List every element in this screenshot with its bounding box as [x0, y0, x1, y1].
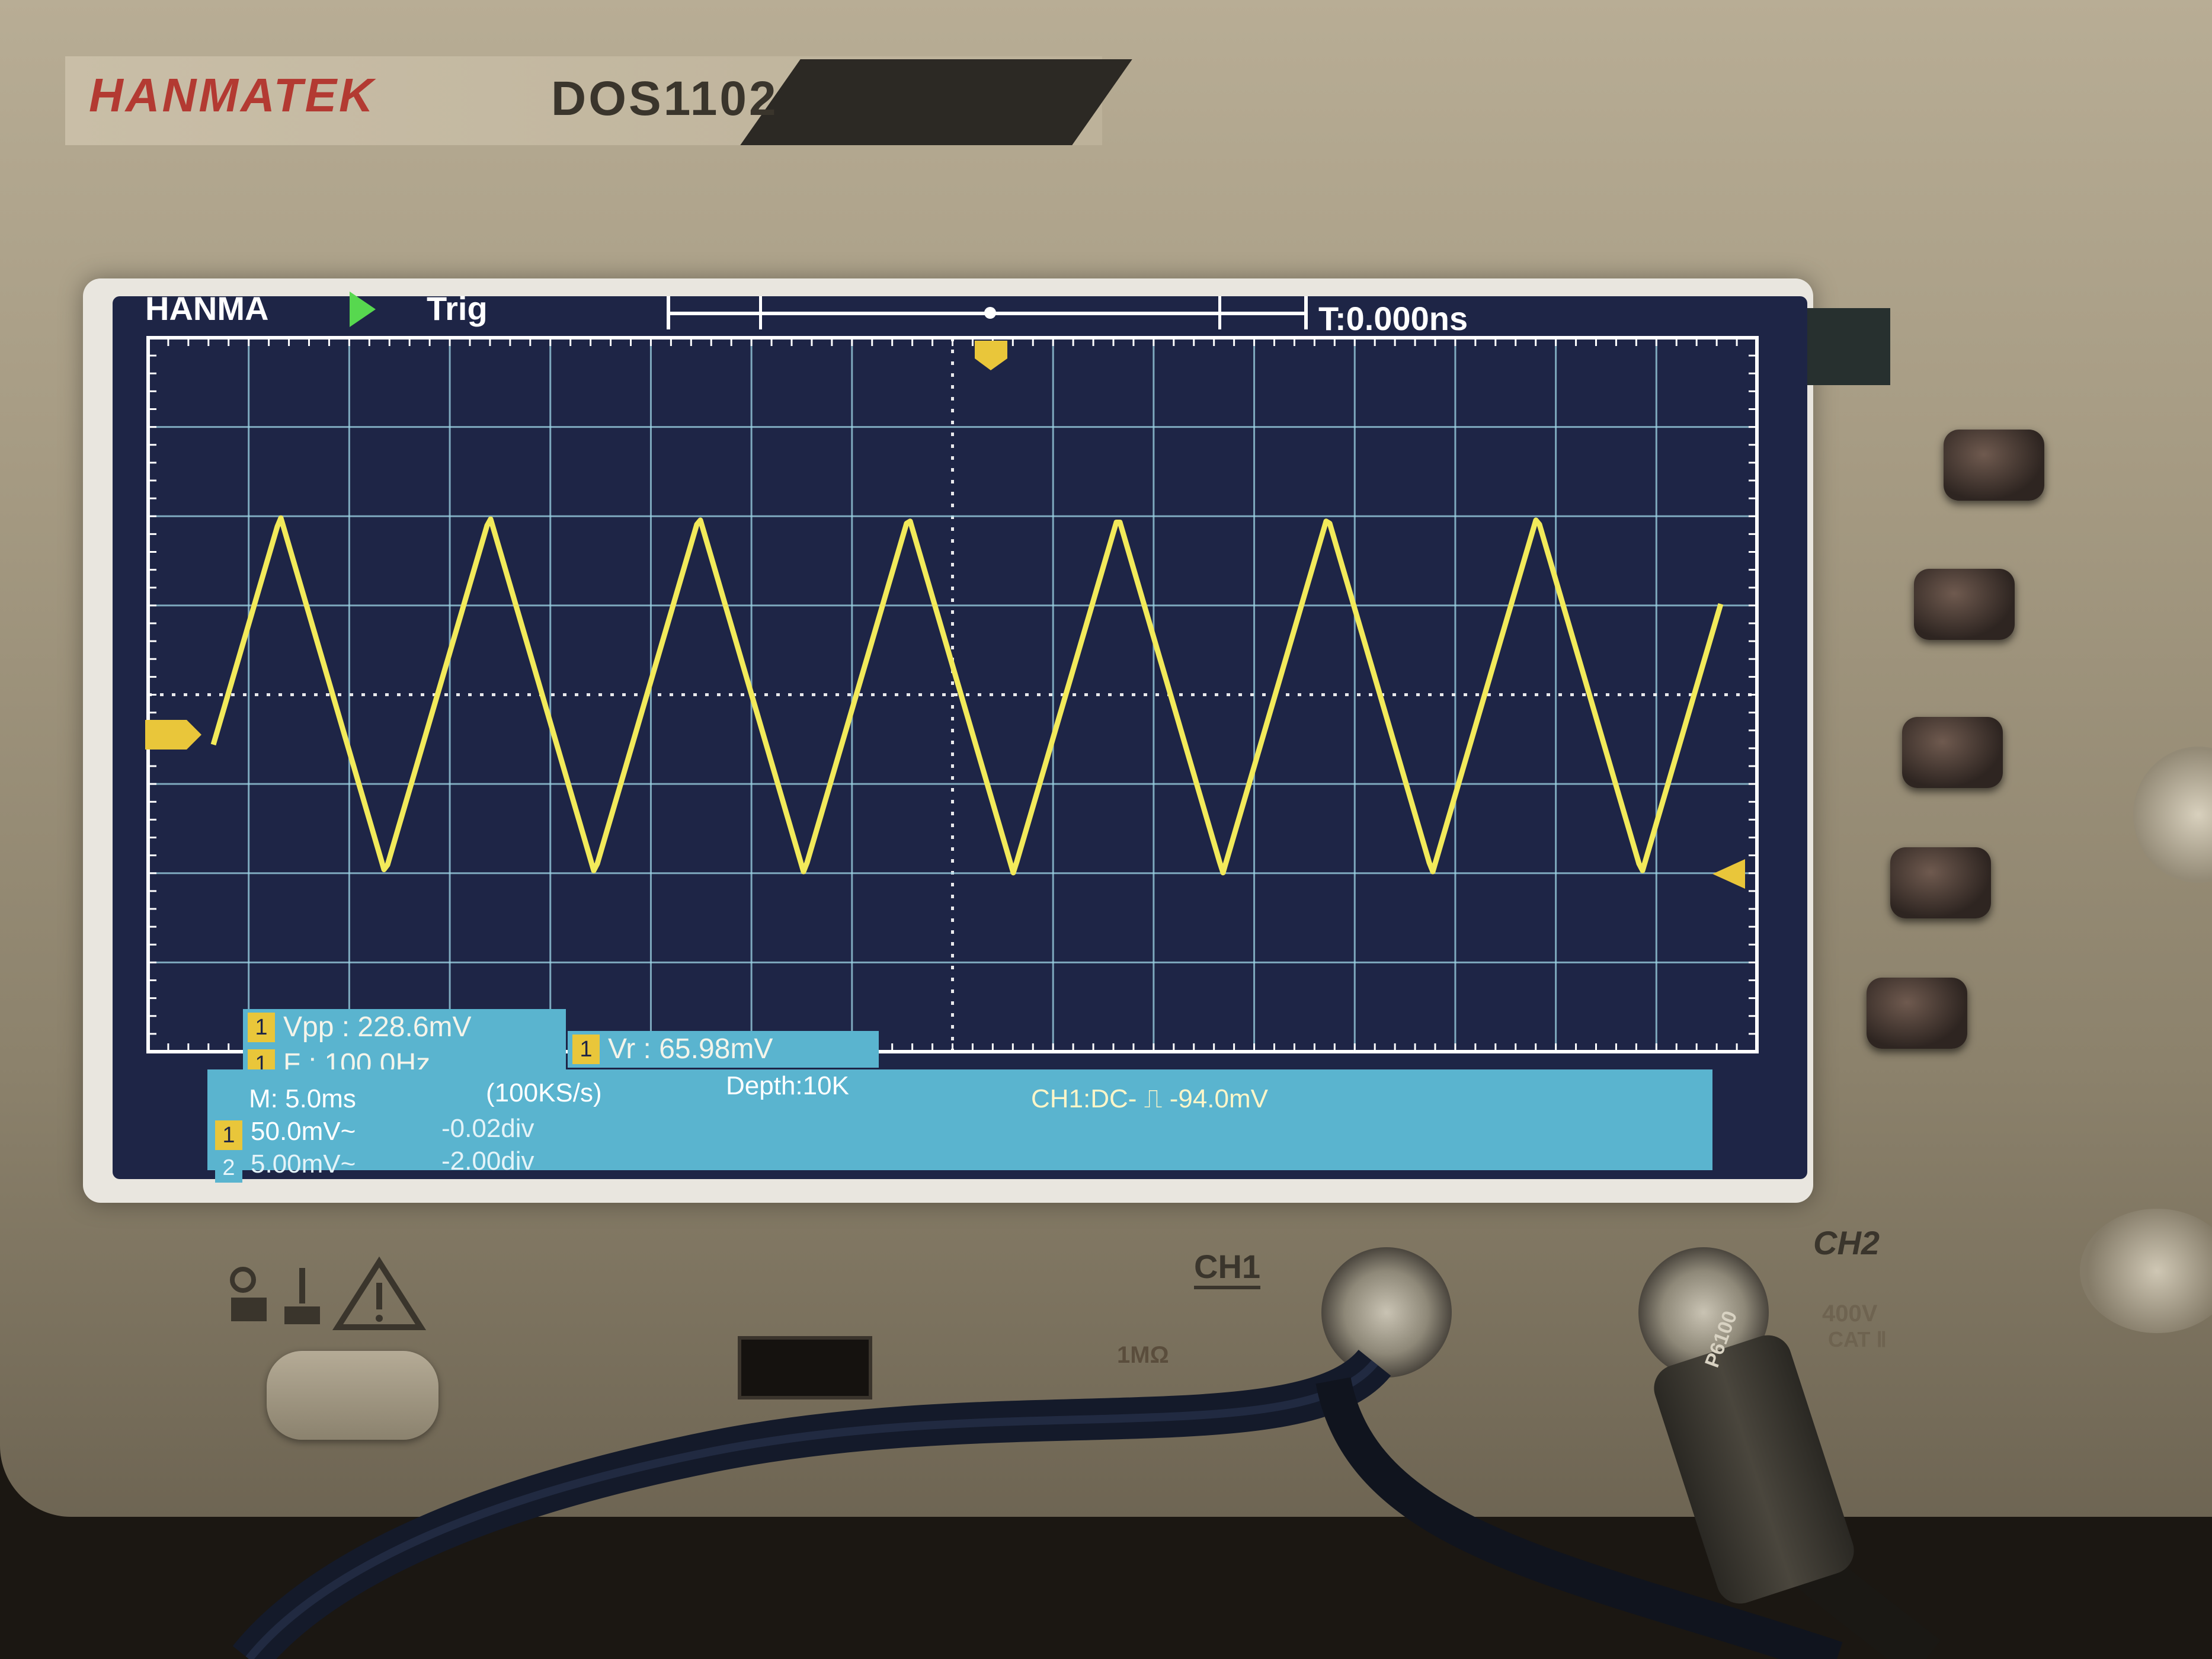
probe-cables: [232, 1349, 1941, 1659]
